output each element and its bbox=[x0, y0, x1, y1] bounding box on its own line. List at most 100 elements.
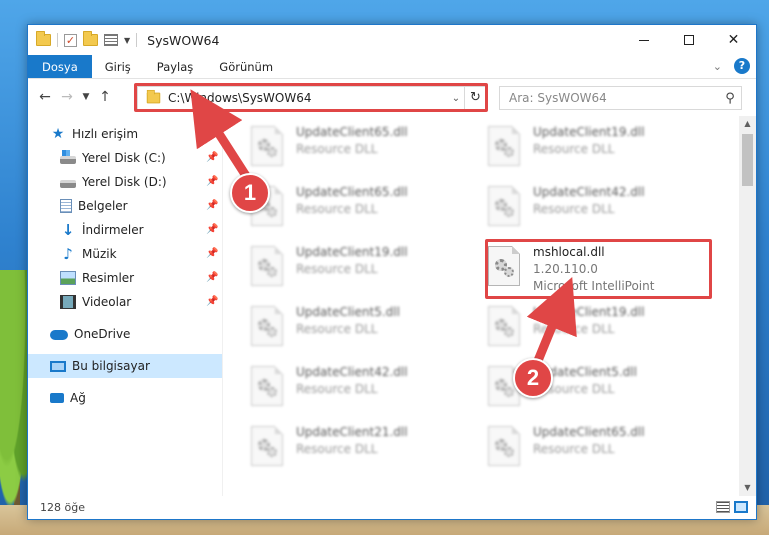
dll-file-icon bbox=[251, 126, 283, 166]
tiles-view-icon[interactable] bbox=[734, 501, 748, 513]
documents-icon bbox=[60, 199, 72, 213]
up-arrow-icon[interactable]: ↑ bbox=[94, 89, 116, 105]
file-name: UpdateClient65.dll bbox=[533, 425, 645, 439]
sidebar-item-documents[interactable]: Belgeler bbox=[60, 194, 222, 218]
customize-icon[interactable] bbox=[104, 34, 118, 46]
file-name: mshlocal.dll bbox=[533, 245, 605, 259]
file-name: UpdateClient65.dll bbox=[296, 185, 408, 199]
maximize-button[interactable] bbox=[666, 25, 711, 55]
window-title: SysWOW64 bbox=[147, 32, 220, 48]
drive-c-icon bbox=[60, 150, 76, 164]
tab-home[interactable]: Giriş bbox=[92, 55, 144, 78]
search-icon[interactable]: ⚲ bbox=[719, 91, 741, 106]
file-item[interactable]: UpdateClient65.dll Resource DLL bbox=[251, 182, 481, 236]
vertical-scrollbar[interactable]: ▲ ▼ bbox=[739, 116, 756, 496]
dll-file-icon bbox=[251, 366, 283, 406]
scroll-up-icon[interactable]: ▲ bbox=[739, 116, 756, 132]
folder-icon bbox=[36, 31, 51, 46]
explorer-window: ✓ ▼ SysWOW64 ✕ Dosya Giriş Paylaş Görünü… bbox=[27, 24, 757, 520]
sidebar-item-pictures[interactable]: Resimler bbox=[60, 266, 222, 290]
file-description: Resource DLL bbox=[296, 262, 378, 276]
view-switcher bbox=[716, 501, 748, 513]
sidebar-item-this-pc[interactable]: Bu bilgisayar bbox=[28, 354, 222, 378]
recent-locations-chevron-icon[interactable]: ▼ bbox=[78, 92, 94, 102]
tab-file[interactable]: Dosya bbox=[28, 55, 92, 78]
sidebar-item-network[interactable]: Ağ bbox=[50, 386, 86, 410]
file-name: UpdateClient42.dll bbox=[533, 185, 645, 199]
dll-file-icon bbox=[488, 246, 520, 286]
file-name: UpdateClient65.dll bbox=[296, 125, 408, 139]
pin-icon: 📌 bbox=[206, 272, 219, 283]
close-button[interactable]: ✕ bbox=[711, 25, 756, 55]
file-version: 1.20.110.0 bbox=[533, 262, 598, 276]
dropdown-arrow-icon[interactable]: ▼ bbox=[124, 36, 130, 45]
dll-file-icon bbox=[488, 426, 520, 466]
file-list: UpdateClient65.dll Resource DLL UpdateCli… bbox=[223, 116, 739, 496]
file-name: UpdateClient42.dll bbox=[296, 365, 408, 379]
sidebar-item-videos[interactable]: Videolar bbox=[60, 290, 222, 314]
network-icon bbox=[50, 393, 64, 403]
computer-icon bbox=[50, 360, 66, 372]
tab-view[interactable]: Görünüm bbox=[206, 55, 286, 78]
sidebar-item-quick-access[interactable]: ★ Hızlı erişim bbox=[50, 122, 138, 146]
file-description: Resource DLL bbox=[296, 442, 378, 456]
sidebar-item-music[interactable]: ♪ Müzik bbox=[60, 242, 222, 266]
minimize-icon bbox=[638, 39, 649, 41]
address-bar[interactable]: C:\Windows\SysWOW64 ⌄ ↻ bbox=[137, 86, 487, 110]
refresh-icon[interactable]: ↻ bbox=[464, 87, 486, 109]
downloads-icon: ↓ bbox=[61, 221, 75, 239]
search-box[interactable]: Ara: SysWOW64 ⚲ bbox=[499, 86, 742, 110]
dll-file-icon bbox=[488, 306, 520, 346]
file-item[interactable]: UpdateClient42.dll Resource DLL bbox=[488, 182, 718, 236]
file-item[interactable]: UpdateClient5.dll Resource DLL bbox=[251, 302, 481, 356]
details-view-icon[interactable] bbox=[716, 501, 730, 513]
file-description: Resource DLL bbox=[533, 442, 615, 456]
file-item[interactable]: UpdateClient19.dll Resource DLL bbox=[488, 122, 718, 176]
navigation-pane: ★ Hızlı erişim Yerel Disk (C:) 📌 Yerel D… bbox=[28, 116, 222, 496]
sidebar-item-onedrive[interactable]: OneDrive bbox=[50, 322, 130, 346]
help-icon[interactable]: ? bbox=[734, 58, 750, 74]
file-description: Resource DLL bbox=[533, 142, 615, 156]
file-name: UpdateClient19.dll bbox=[296, 245, 408, 259]
file-item[interactable]: UpdateClient21.dll Resource DLL bbox=[251, 422, 481, 476]
file-item[interactable]: UpdateClient65.dll Resource DLL bbox=[251, 122, 481, 176]
file-item-mshlocal[interactable]: mshlocal.dll 1.20.110.0 Microsoft Intell… bbox=[488, 242, 718, 296]
address-folder-icon bbox=[146, 89, 161, 104]
scroll-down-icon[interactable]: ▼ bbox=[739, 480, 756, 496]
item-count: 128 öğe bbox=[40, 500, 85, 514]
file-item[interactable]: UpdateClient19.dll Resource DLL bbox=[488, 302, 718, 356]
new-folder-icon[interactable] bbox=[83, 31, 98, 46]
pin-icon: 📌 bbox=[206, 248, 219, 259]
toolbar-separator bbox=[136, 33, 138, 47]
sidebar-item-label: Hızlı erişim bbox=[72, 127, 139, 141]
file-item[interactable]: UpdateClient19.dll Resource DLL bbox=[251, 242, 481, 296]
tab-share[interactable]: Paylaş bbox=[144, 55, 207, 78]
forward-arrow-icon[interactable]: → bbox=[56, 89, 78, 105]
pin-icon: 📌 bbox=[206, 200, 219, 211]
sidebar-item-label: Bu bilgisayar bbox=[72, 359, 150, 373]
dll-file-icon bbox=[251, 306, 283, 346]
address-dropdown-icon[interactable]: ⌄ bbox=[448, 93, 464, 104]
scrollbar-thumb[interactable] bbox=[742, 134, 753, 186]
sidebar-item-label: Videolar bbox=[82, 295, 132, 309]
dll-file-icon bbox=[251, 246, 283, 286]
sidebar-item-label: Resimler bbox=[82, 271, 135, 285]
title-bar: ✓ ▼ SysWOW64 ✕ bbox=[28, 25, 756, 55]
sidebar-item-downloads[interactable]: ↓ İndirmeler bbox=[60, 218, 222, 242]
file-description: Resource DLL bbox=[296, 382, 378, 396]
expand-ribbon-chevron-icon[interactable]: ⌄ bbox=[713, 60, 722, 73]
sidebar-item-label: Yerel Disk (D:) bbox=[82, 175, 167, 189]
window-controls: ✕ bbox=[621, 25, 756, 55]
minimize-button[interactable] bbox=[621, 25, 666, 55]
sidebar-item-drive-c[interactable]: Yerel Disk (C:) bbox=[60, 146, 222, 170]
file-item[interactable]: UpdateClient65.dll Resource DLL bbox=[488, 422, 718, 476]
search-input[interactable]: Ara: SysWOW64 bbox=[500, 91, 719, 105]
file-name: UpdateClient21.dll bbox=[296, 425, 408, 439]
sidebar-item-drive-d[interactable]: Yerel Disk (D:) bbox=[60, 170, 222, 194]
status-bar: 128 öğe bbox=[28, 495, 756, 519]
properties-check-icon[interactable]: ✓ bbox=[64, 33, 77, 47]
address-path[interactable]: C:\Windows\SysWOW64 bbox=[168, 91, 448, 105]
file-item[interactable]: UpdateClient42.dll Resource DLL bbox=[251, 362, 481, 416]
back-arrow-icon[interactable]: ← bbox=[34, 89, 56, 105]
pictures-icon bbox=[60, 271, 76, 285]
